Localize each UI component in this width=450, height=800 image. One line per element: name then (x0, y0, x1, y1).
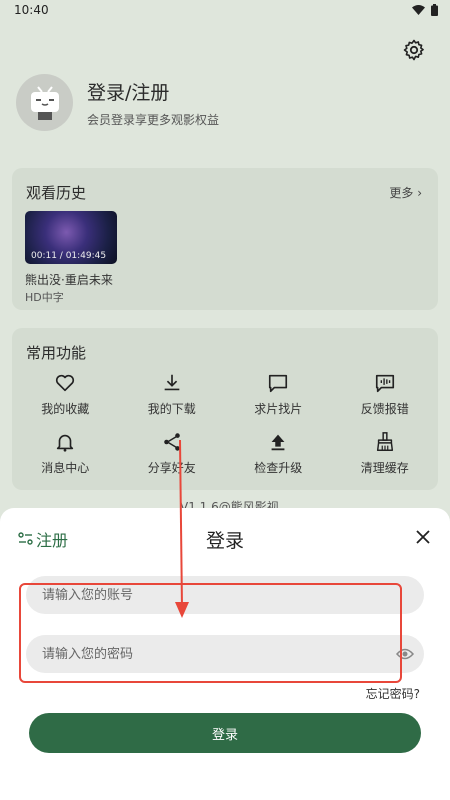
upload-icon (271, 434, 285, 451)
video-thumbnail[interactable]: 00:11 / 01:49:45 (25, 211, 117, 264)
video-meta: HD中字 (25, 291, 64, 304)
function-request[interactable]: 求片找片 (225, 372, 332, 417)
feedback-icon (375, 374, 394, 393)
settings-gear-icon[interactable] (402, 38, 426, 62)
functions-grid: 我的收藏 我的下载 求片找片 反馈报错 消息中心 分享好友 检查升级 清理缓存 (12, 372, 438, 476)
more-label: 更多 (389, 186, 414, 200)
heart-icon (56, 374, 75, 392)
history-more-link[interactable]: 更多 › (389, 184, 422, 201)
profile-header[interactable]: 登录/注册 会员登录享更多观影权益 (16, 74, 219, 131)
profile-subtitle: 会员登录享更多观影权益 (87, 112, 220, 127)
function-messages[interactable]: 消息中心 (12, 431, 119, 476)
annotation-highlight-box (19, 583, 402, 683)
battery-icon (431, 4, 438, 16)
functions-title: 常用功能 (26, 344, 87, 362)
sheet-title: 登录 (205, 530, 244, 552)
functions-card: 常用功能 我的收藏 我的下载 求片找片 反馈报错 消息中心 分享好友 检查升级 (12, 328, 438, 490)
broom-icon (376, 432, 393, 451)
function-label: 清理缓存 (360, 461, 409, 475)
chevron-right-icon: › (417, 186, 422, 200)
video-title[interactable]: 熊出没·重启未来 (25, 271, 113, 288)
status-time: 10:40 (14, 3, 49, 17)
function-share[interactable]: 分享好友 (119, 431, 226, 476)
status-icons (412, 4, 438, 16)
status-bar: 10:40 (0, 0, 450, 22)
function-clear-cache[interactable]: 清理缓存 (332, 431, 439, 476)
download-icon (164, 374, 180, 391)
history-title: 观看历史 (26, 184, 87, 202)
function-favorites[interactable]: 我的收藏 (12, 372, 119, 417)
function-label: 分享好友 (147, 461, 196, 475)
function-update[interactable]: 检查升级 (225, 431, 332, 476)
avatar[interactable] (16, 74, 73, 131)
history-card: 观看历史 更多 › 00:11 / 01:49:45 熊出没·重启未来 HD中字 (12, 168, 438, 310)
tv-mascot-icon (30, 85, 59, 120)
function-label: 检查升级 (254, 461, 303, 475)
bell-icon (57, 434, 74, 452)
function-feedback[interactable]: 反馈报错 (332, 372, 439, 417)
function-label: 消息中心 (41, 461, 90, 475)
login-register-title[interactable]: 登录/注册 (87, 78, 219, 105)
video-duration: 00:11 / 01:49:45 (31, 251, 107, 261)
login-button[interactable]: 登录 (29, 713, 421, 753)
close-icon[interactable] (416, 530, 430, 544)
forgot-password-link[interactable]: 忘记密码? (366, 685, 420, 702)
function-label: 我的收藏 (41, 402, 90, 416)
function-label: 求片找片 (254, 402, 303, 416)
function-downloads[interactable]: 我的下载 (119, 372, 226, 417)
wifi-icon (412, 5, 425, 15)
function-label: 我的下载 (147, 402, 196, 416)
share-icon (163, 433, 180, 451)
function-label: 反馈报错 (360, 402, 409, 416)
chat-icon (269, 374, 288, 393)
